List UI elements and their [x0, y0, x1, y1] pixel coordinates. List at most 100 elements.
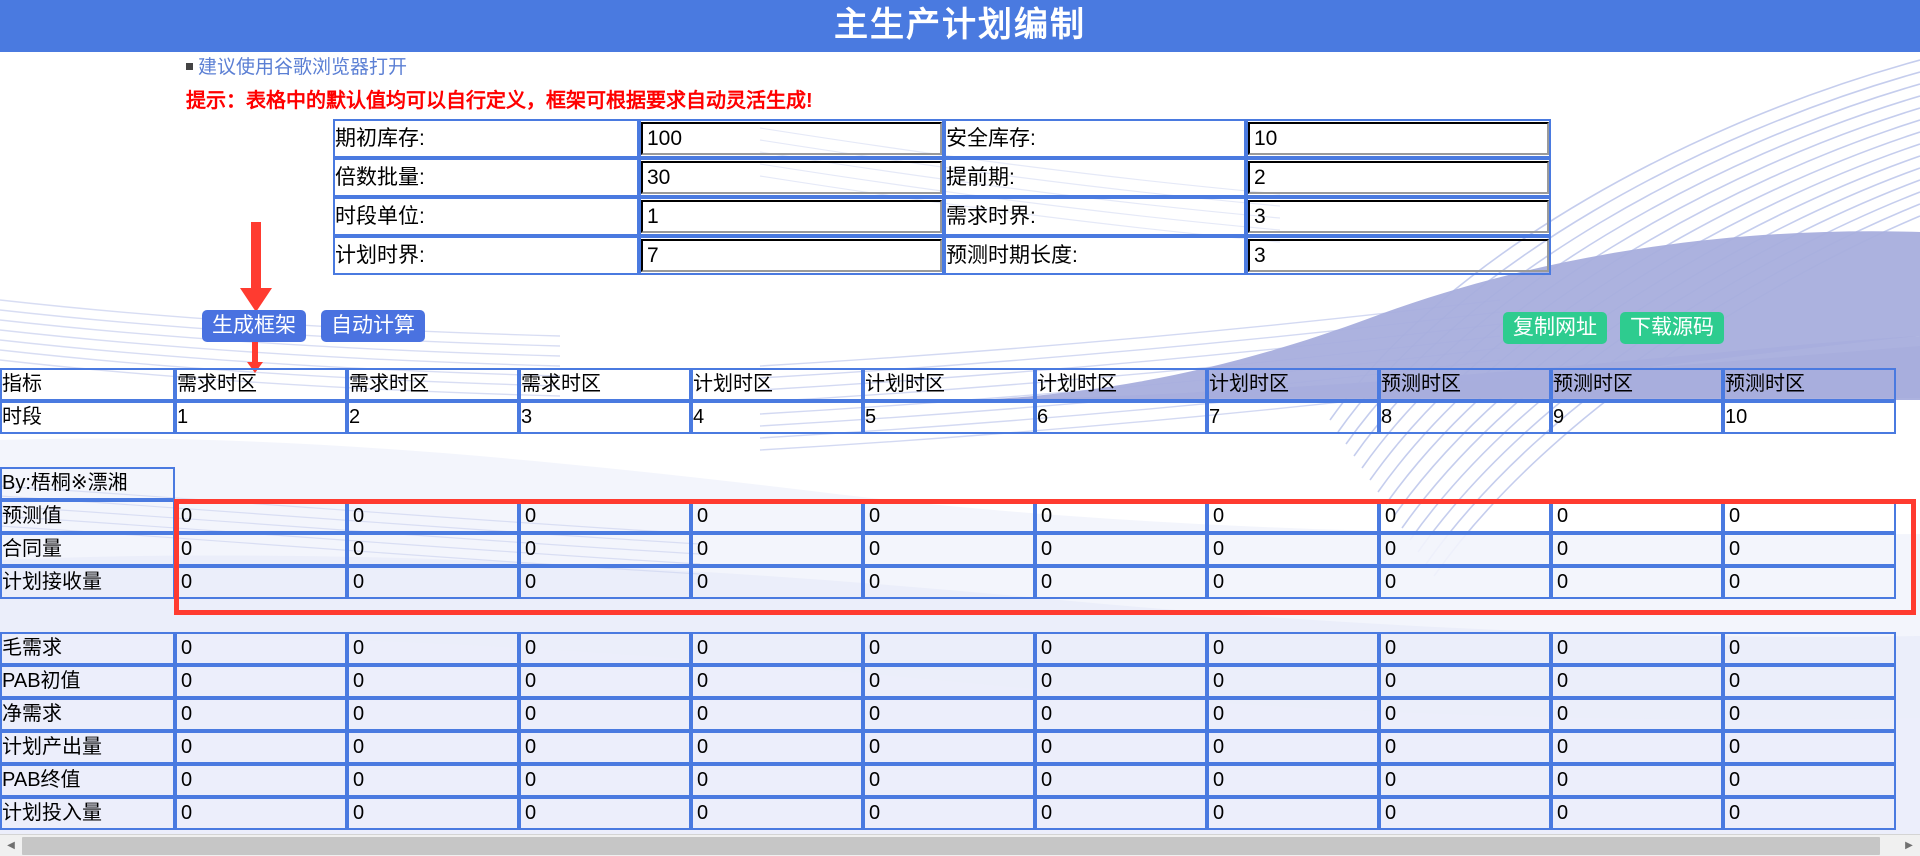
calc-r6-c6[interactable]: [1037, 799, 1205, 828]
input-r3-c3-cell[interactable]: [519, 566, 691, 599]
calc-r6-c1-cell[interactable]: [175, 797, 347, 830]
copy-url-button[interactable]: 复制网址: [1503, 312, 1607, 344]
calc-r4-c5[interactable]: [865, 733, 1033, 762]
param-input-cell-beginning-inventory[interactable]: [639, 119, 944, 158]
calc-r5-c4-cell[interactable]: [691, 764, 863, 797]
param-input-cell-forecast-horizon[interactable]: [1246, 236, 1551, 275]
input-r2-c10-cell[interactable]: [1723, 533, 1896, 566]
scroll-left-icon[interactable]: ◀: [0, 834, 22, 856]
calc-r3-c4[interactable]: [693, 700, 861, 729]
calc-r6-c5[interactable]: [865, 799, 1033, 828]
calc-r4-c8-cell[interactable]: [1379, 731, 1551, 764]
calc-r5-c6[interactable]: [1037, 766, 1205, 795]
calc-r5-c9[interactable]: [1553, 766, 1721, 795]
calc-r6-c2[interactable]: [349, 799, 517, 828]
calc-r1-c4[interactable]: [693, 634, 861, 663]
input-r3-c6-cell[interactable]: [1035, 566, 1207, 599]
calc-r2-c5[interactable]: [865, 667, 1033, 696]
calc-r6-c6-cell[interactable]: [1035, 797, 1207, 830]
calc-r3-c7-cell[interactable]: [1207, 698, 1379, 731]
calc-r3-c8-cell[interactable]: [1379, 698, 1551, 731]
calc-r2-c4[interactable]: [693, 667, 861, 696]
input-r1-c6[interactable]: [1037, 502, 1205, 531]
calc-r1-c3[interactable]: [521, 634, 689, 663]
input-r2-c9-cell[interactable]: [1551, 533, 1723, 566]
calc-r1-c2-cell[interactable]: [347, 632, 519, 665]
calc-r6-c7[interactable]: [1209, 799, 1377, 828]
input-r2-c7-cell[interactable]: [1207, 533, 1379, 566]
calc-r2-c6[interactable]: [1037, 667, 1205, 696]
calc-r5-c9-cell[interactable]: [1551, 764, 1723, 797]
input-r3-c2-cell[interactable]: [347, 566, 519, 599]
calc-r6-c4-cell[interactable]: [691, 797, 863, 830]
input-r3-c5[interactable]: [865, 568, 1033, 597]
calc-r3-c10-cell[interactable]: [1723, 698, 1896, 731]
input-r3-c4-cell[interactable]: [691, 566, 863, 599]
calc-r5-c10-cell[interactable]: [1723, 764, 1896, 797]
input-r2-c1-cell[interactable]: [175, 533, 347, 566]
calc-r3-c3-cell[interactable]: [519, 698, 691, 731]
generate-framework-button[interactable]: 生成框架: [202, 310, 306, 342]
calc-r5-c1[interactable]: [177, 766, 345, 795]
param-input-cell-period-unit[interactable]: [639, 197, 944, 236]
input-r2-c9[interactable]: [1553, 535, 1721, 564]
calc-r1-c7[interactable]: [1209, 634, 1377, 663]
scrollbar-thumb[interactable]: [22, 836, 1880, 855]
param-input-cell-demand-time-fence[interactable]: [1246, 197, 1551, 236]
calc-r1-c8-cell[interactable]: [1379, 632, 1551, 665]
calc-r5-c2[interactable]: [349, 766, 517, 795]
input-r1-c9[interactable]: [1553, 502, 1721, 531]
lot-multiple-input[interactable]: [641, 161, 942, 194]
calc-r2-c1[interactable]: [177, 667, 345, 696]
input-r1-c5[interactable]: [865, 502, 1033, 531]
calc-r4-c5-cell[interactable]: [863, 731, 1035, 764]
input-r3-c7-cell[interactable]: [1207, 566, 1379, 599]
calc-r4-c10[interactable]: [1725, 733, 1894, 762]
calc-r6-c1[interactable]: [177, 799, 345, 828]
calc-r6-c3[interactable]: [521, 799, 689, 828]
input-r2-c1[interactable]: [177, 535, 345, 564]
input-r2-c3-cell[interactable]: [519, 533, 691, 566]
input-r2-c7[interactable]: [1209, 535, 1377, 564]
input-r1-c10-cell[interactable]: [1723, 500, 1896, 533]
input-r3-c1-cell[interactable]: [175, 566, 347, 599]
input-r2-c3[interactable]: [521, 535, 689, 564]
param-input-cell-lot-multiple[interactable]: [639, 158, 944, 197]
calc-r6-c9-cell[interactable]: [1551, 797, 1723, 830]
calc-r6-c8[interactable]: [1381, 799, 1549, 828]
calc-r4-c1[interactable]: [177, 733, 345, 762]
calc-r4-c8[interactable]: [1381, 733, 1549, 762]
input-r1-c1-cell[interactable]: [175, 500, 347, 533]
calc-r6-c4[interactable]: [693, 799, 861, 828]
calc-r6-c2-cell[interactable]: [347, 797, 519, 830]
input-r1-c3-cell[interactable]: [519, 500, 691, 533]
calc-r1-c2[interactable]: [349, 634, 517, 663]
param-input-cell-lead-time[interactable]: [1246, 158, 1551, 197]
calc-r3-c10[interactable]: [1725, 700, 1894, 729]
calc-r3-c3[interactable]: [521, 700, 689, 729]
input-r1-c7-cell[interactable]: [1207, 500, 1379, 533]
horizontal-scrollbar[interactable]: ◀ ▶: [0, 834, 1920, 856]
period-unit-input[interactable]: [641, 200, 942, 233]
input-r1-c1[interactable]: [177, 502, 345, 531]
input-r1-c9-cell[interactable]: [1551, 500, 1723, 533]
calc-r3-c1[interactable]: [177, 700, 345, 729]
calc-r5-c1-cell[interactable]: [175, 764, 347, 797]
calc-r3-c1-cell[interactable]: [175, 698, 347, 731]
calc-r2-c8[interactable]: [1381, 667, 1549, 696]
calc-r1-c6-cell[interactable]: [1035, 632, 1207, 665]
calc-r6-c7-cell[interactable]: [1207, 797, 1379, 830]
calc-r4-c1-cell[interactable]: [175, 731, 347, 764]
calc-r4-c7-cell[interactable]: [1207, 731, 1379, 764]
input-r2-c4-cell[interactable]: [691, 533, 863, 566]
calc-r2-c7[interactable]: [1209, 667, 1377, 696]
calc-r1-c8[interactable]: [1381, 634, 1549, 663]
calc-r2-c3-cell[interactable]: [519, 665, 691, 698]
input-r3-c1[interactable]: [177, 568, 345, 597]
calc-r5-c7[interactable]: [1209, 766, 1377, 795]
calc-r5-c8[interactable]: [1381, 766, 1549, 795]
input-r1-c4-cell[interactable]: [691, 500, 863, 533]
calc-r5-c3-cell[interactable]: [519, 764, 691, 797]
input-r1-c10[interactable]: [1725, 502, 1894, 531]
calc-r4-c10-cell[interactable]: [1723, 731, 1896, 764]
